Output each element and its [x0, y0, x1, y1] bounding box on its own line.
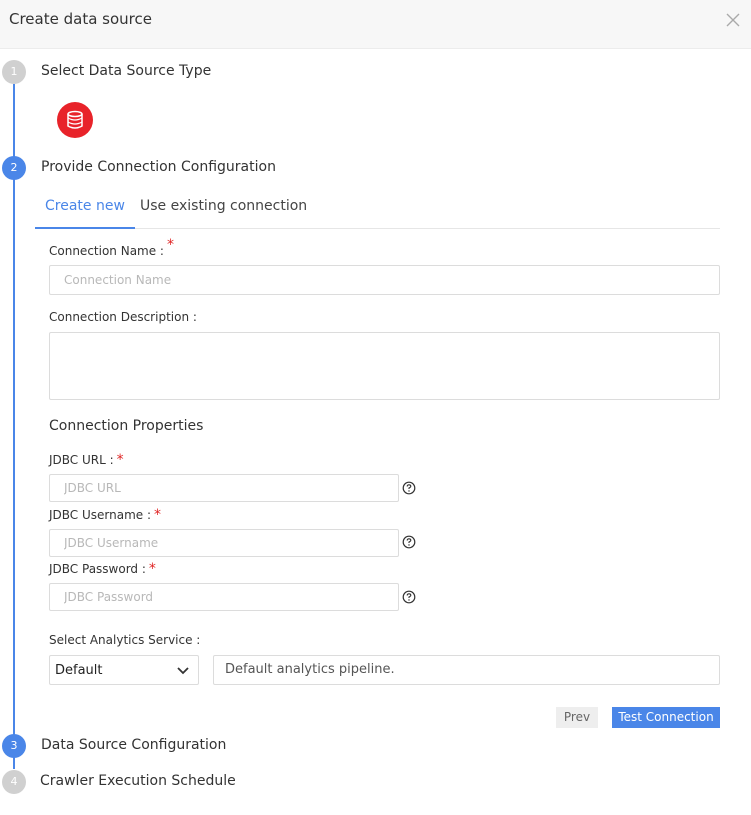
step-1-indicator: 1	[2, 60, 26, 84]
jdbc-url-label: JDBC URL : *	[49, 452, 124, 468]
analytics-service-value: Default	[55, 663, 103, 678]
stepper-line	[13, 84, 15, 769]
chevron-down-icon	[177, 667, 189, 675]
analytics-service-label: Select Analytics Service :	[49, 633, 201, 647]
analytics-service-description: Default analytics pipeline.	[213, 655, 720, 685]
jdbc-password-input[interactable]	[49, 583, 399, 611]
oracle-database-icon[interactable]	[57, 102, 93, 138]
jdbc-url-input[interactable]	[49, 474, 399, 502]
connection-description-textarea[interactable]	[49, 332, 720, 400]
connection-name-label-text: Connection Name :	[49, 244, 164, 258]
step-4-indicator: 4	[2, 770, 26, 794]
database-icon	[67, 110, 83, 129]
dialog-title: Create data source	[9, 10, 152, 28]
tab-create-new[interactable]: Create new	[35, 190, 135, 229]
connection-tabs: Create new Use existing connection	[35, 190, 720, 229]
jdbc-url-label-text: JDBC URL :	[49, 453, 114, 467]
connection-description-label: Connection Description :	[49, 310, 197, 324]
required-marker: *	[166, 237, 174, 253]
connection-name-input[interactable]	[49, 265, 720, 295]
analytics-service-select[interactable]: Default	[49, 655, 199, 685]
jdbc-username-label-text: JDBC Username :	[49, 508, 152, 522]
test-connection-button[interactable]: Test Connection	[612, 707, 720, 728]
connection-name-label: Connection Name : *	[49, 237, 174, 259]
required-marker: *	[154, 507, 162, 523]
dialog-header: Create data source	[0, 0, 751, 49]
step-2-title[interactable]: Provide Connection Configuration	[41, 159, 276, 175]
step-2-indicator: 2	[2, 156, 26, 180]
help-icon[interactable]	[402, 535, 416, 549]
required-marker: *	[148, 561, 156, 577]
step-1-title[interactable]: Select Data Source Type	[41, 63, 211, 79]
prev-button[interactable]: Prev	[556, 707, 598, 728]
jdbc-password-label-text: JDBC Password :	[49, 562, 146, 576]
jdbc-username-input[interactable]	[49, 529, 399, 557]
step-3-indicator: 3	[2, 734, 26, 758]
help-icon[interactable]	[402, 481, 416, 495]
tab-use-existing-connection[interactable]: Use existing connection	[130, 190, 317, 229]
step-4-title[interactable]: Crawler Execution Schedule	[40, 773, 236, 789]
help-icon[interactable]	[402, 590, 416, 604]
analytics-service-description-text: Default analytics pipeline.	[225, 662, 395, 677]
step-3-title[interactable]: Data Source Configuration	[41, 737, 226, 753]
close-icon[interactable]	[725, 12, 741, 28]
jdbc-username-label: JDBC Username : *	[49, 507, 161, 523]
jdbc-password-label: JDBC Password : *	[49, 561, 156, 577]
connection-properties-title: Connection Properties	[49, 418, 204, 434]
required-marker: *	[116, 452, 124, 468]
